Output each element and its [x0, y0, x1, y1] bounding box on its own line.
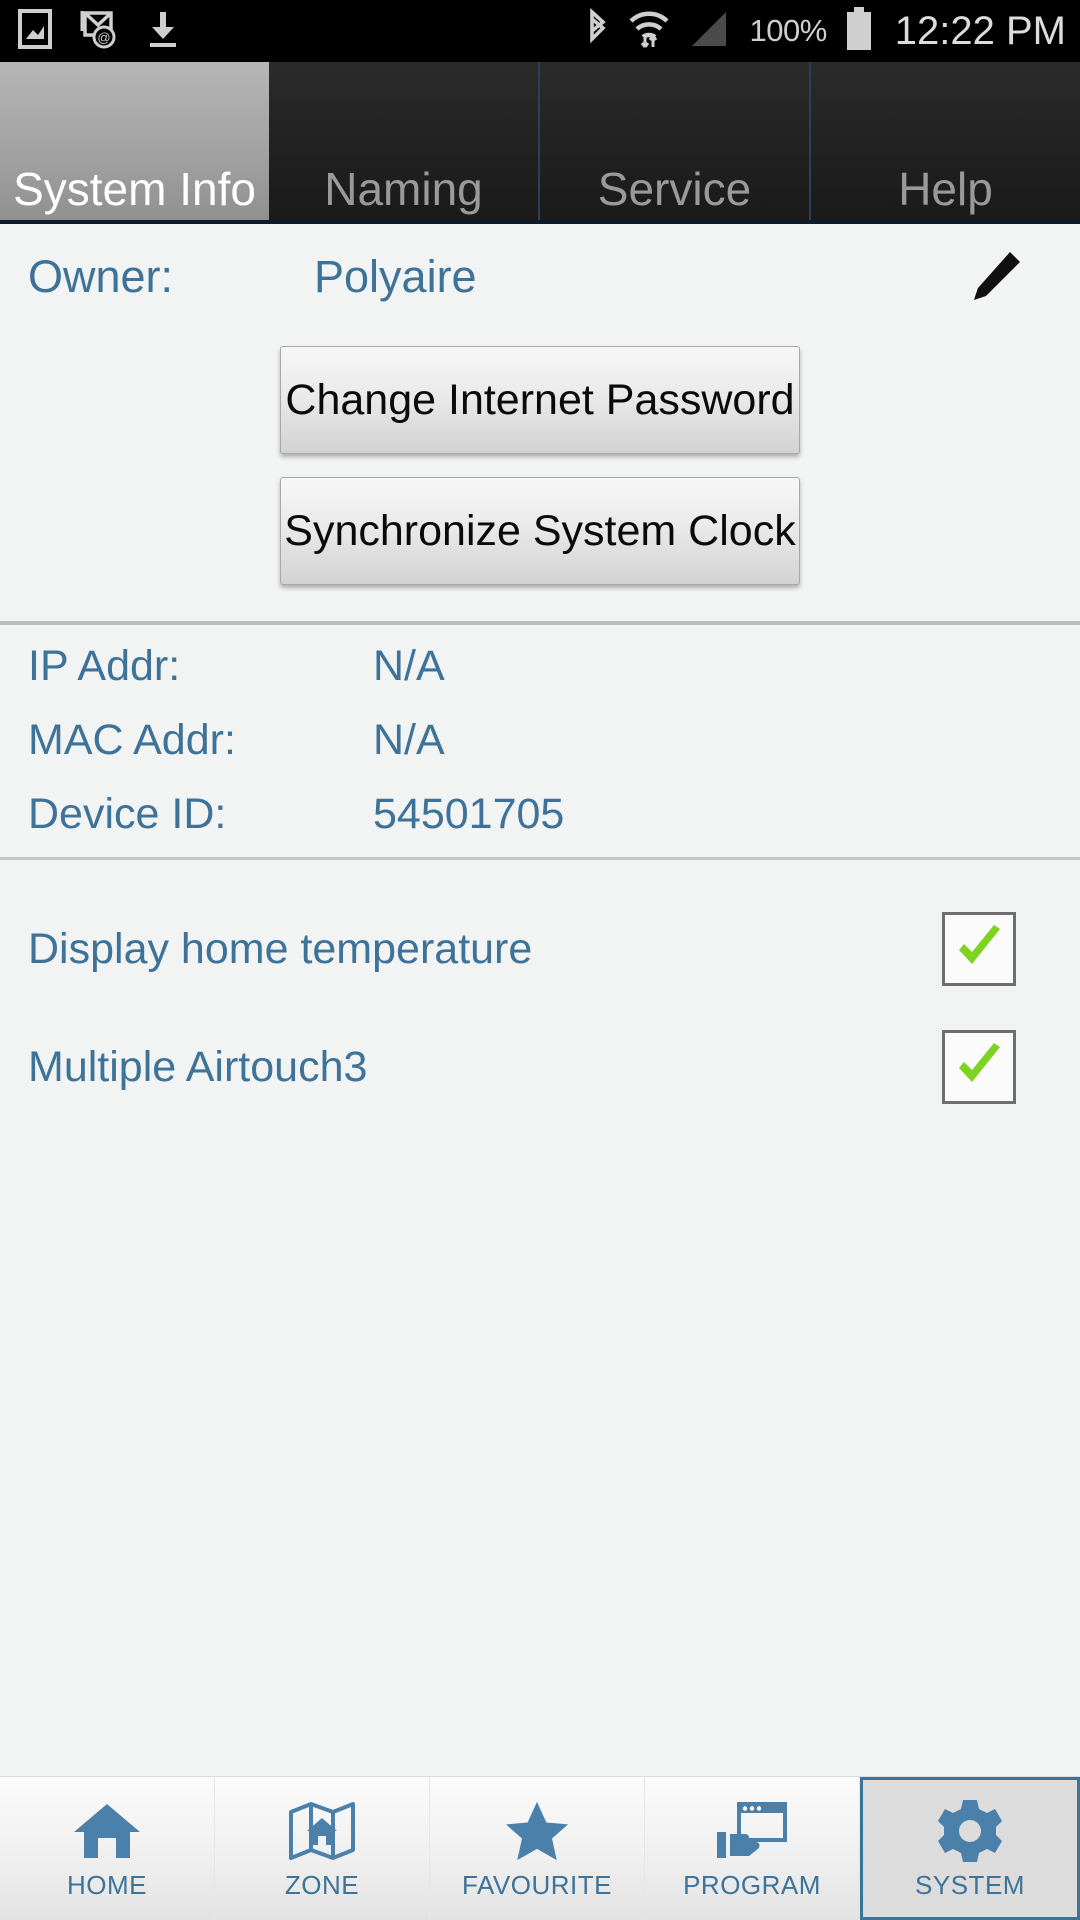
- multiple-airtouch3-checkbox[interactable]: [942, 1030, 1016, 1104]
- download-icon: [146, 9, 180, 54]
- nav-label: FAVOURITE: [462, 1870, 612, 1900]
- nav-item-home[interactable]: HOME: [0, 1777, 215, 1920]
- nav-label: SYSTEM: [915, 1870, 1025, 1900]
- settings-checkbox-list: Display home temperature Multiple Airtou…: [0, 860, 1080, 1126]
- device-info-list: IP Addr: N/A MAC Addr: N/A Device ID: 54…: [0, 625, 1080, 857]
- tab-label: Service: [597, 163, 752, 215]
- synchronize-system-clock-button[interactable]: Synchronize System Clock: [280, 477, 800, 585]
- email-at-icon: @: [78, 9, 120, 54]
- tab-help[interactable]: Help: [811, 62, 1080, 220]
- nav-item-system[interactable]: SYSTEM: [860, 1777, 1080, 1920]
- gear-icon: [935, 1796, 1005, 1866]
- wifi-icon: [627, 8, 671, 55]
- bottom-navigation-bar: HOME ZONE FAVOURITE PROGRAM SYSTEM: [0, 1776, 1080, 1920]
- main-content: Owner: Polyaire Change Internet Password…: [0, 224, 1080, 1776]
- nav-label: PROGRAM: [683, 1870, 821, 1900]
- info-value: N/A: [373, 715, 445, 764]
- status-bar-right-icons: 100% 12:22 PM: [584, 6, 1066, 57]
- info-row-ip-addr: IP Addr: N/A: [0, 629, 1080, 703]
- tab-label: Help: [898, 163, 993, 215]
- signal-icon: [688, 8, 732, 55]
- nav-item-zone[interactable]: ZONE: [215, 1777, 430, 1920]
- tab-label: Naming: [324, 163, 483, 215]
- status-bar-left-icons: @: [18, 8, 180, 54]
- checkbox-label: Multiple Airtouch3: [28, 1042, 368, 1091]
- owner-value: Polyaire: [314, 251, 477, 302]
- battery-percent-label: 100%: [749, 13, 827, 48]
- info-value: N/A: [373, 641, 445, 690]
- owner-row: Owner: Polyaire: [0, 224, 1080, 330]
- top-tab-bar: System Info Naming Service Help: [0, 62, 1080, 224]
- tab-system-info[interactable]: System Info: [0, 62, 269, 220]
- info-row-device-id: Device ID: 54501705: [0, 777, 1080, 851]
- status-bar: @ 100% 12:22 PM: [0, 0, 1080, 62]
- display-home-temperature-checkbox[interactable]: [942, 912, 1016, 986]
- checkbox-label: Display home temperature: [28, 924, 533, 973]
- info-label: IP Addr:: [28, 641, 181, 690]
- tab-naming[interactable]: Naming: [269, 62, 540, 220]
- nav-label: ZONE: [284, 1870, 360, 1900]
- bluetooth-icon: [584, 7, 610, 55]
- tab-service[interactable]: Service: [540, 62, 811, 220]
- house-icon: [72, 1796, 142, 1866]
- pencil-icon[interactable]: [956, 240, 1030, 314]
- tab-label: System Info: [13, 163, 256, 215]
- app-root: @ 100% 12:22 PM System Info Naming Servi…: [0, 0, 1080, 1920]
- info-label: Device ID:: [28, 789, 227, 838]
- screenshot-icon: [18, 8, 52, 54]
- checkbox-row-display-home-temperature[interactable]: Display home temperature: [0, 890, 1080, 1008]
- star-icon: [502, 1796, 572, 1866]
- info-value: 54501705: [373, 789, 565, 838]
- change-internet-password-button[interactable]: Change Internet Password: [280, 346, 800, 454]
- action-buttons: Change Internet Password Synchronize Sys…: [0, 330, 1080, 585]
- battery-full-icon: [844, 6, 874, 57]
- nav-item-favourite[interactable]: FAVOURITE: [430, 1777, 645, 1920]
- nav-item-program[interactable]: PROGRAM: [645, 1777, 860, 1920]
- window-hand-icon: [715, 1796, 789, 1866]
- info-label: MAC Addr:: [28, 715, 236, 764]
- nav-label: HOME: [67, 1870, 147, 1900]
- owner-label: Owner:: [28, 251, 174, 302]
- clock-label: 12:22 PM: [894, 8, 1066, 53]
- info-row-mac-addr: MAC Addr: N/A: [0, 703, 1080, 777]
- map-house-icon: [287, 1796, 357, 1866]
- svg-text:@: @: [97, 30, 110, 45]
- checkbox-row-multiple-airtouch3[interactable]: Multiple Airtouch3: [0, 1008, 1080, 1126]
